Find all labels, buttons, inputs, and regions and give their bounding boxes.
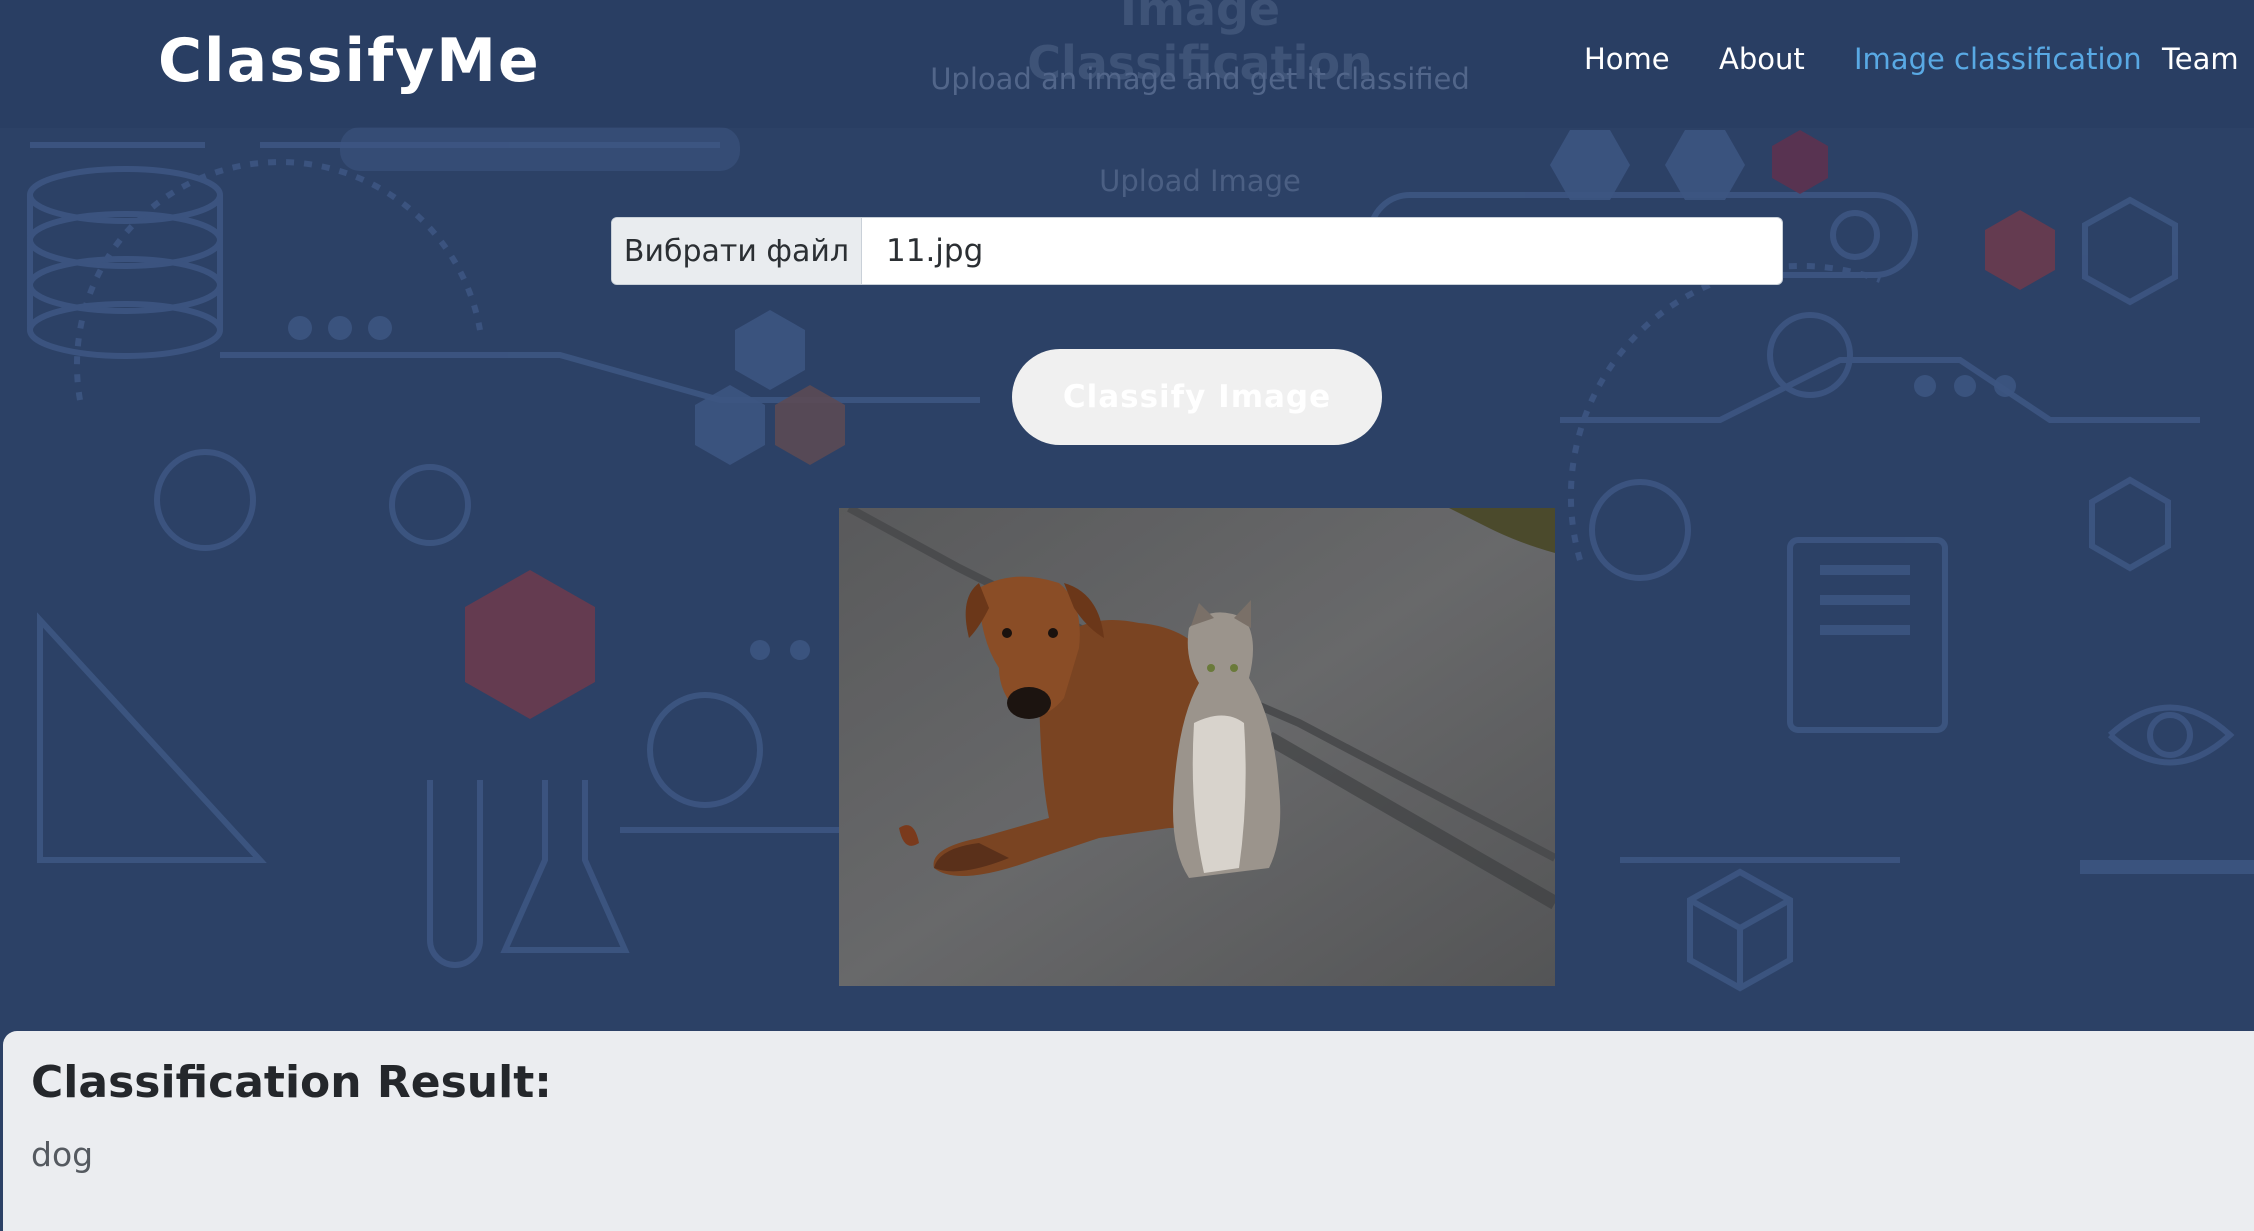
selected-file-name: 11.jpg (886, 233, 984, 269)
brand-logo[interactable]: ClassifyMe (158, 26, 541, 96)
page-subtitle: Upload an image and get it classified (930, 62, 1470, 96)
result-panel: Classification Result: dog (3, 1031, 2254, 1231)
nav-image-classification[interactable]: Image classification (1854, 42, 2142, 76)
choose-file-button[interactable]: Вибрати файл (612, 218, 862, 284)
upload-label: Upload Image (1099, 164, 1301, 198)
classify-image-button[interactable]: Classify Image (1012, 349, 1382, 445)
dog-cat-photo (839, 508, 1555, 986)
nav-about[interactable]: About (1719, 42, 1805, 76)
nav-home[interactable]: Home (1584, 42, 1670, 76)
nav-team[interactable]: Team (2162, 42, 2239, 76)
result-title: Classification Result: (31, 1057, 552, 1108)
preview-image (839, 508, 1555, 986)
result-value: dog (31, 1135, 94, 1174)
file-input[interactable]: Вибрати файл 11.jpg (611, 217, 1783, 285)
